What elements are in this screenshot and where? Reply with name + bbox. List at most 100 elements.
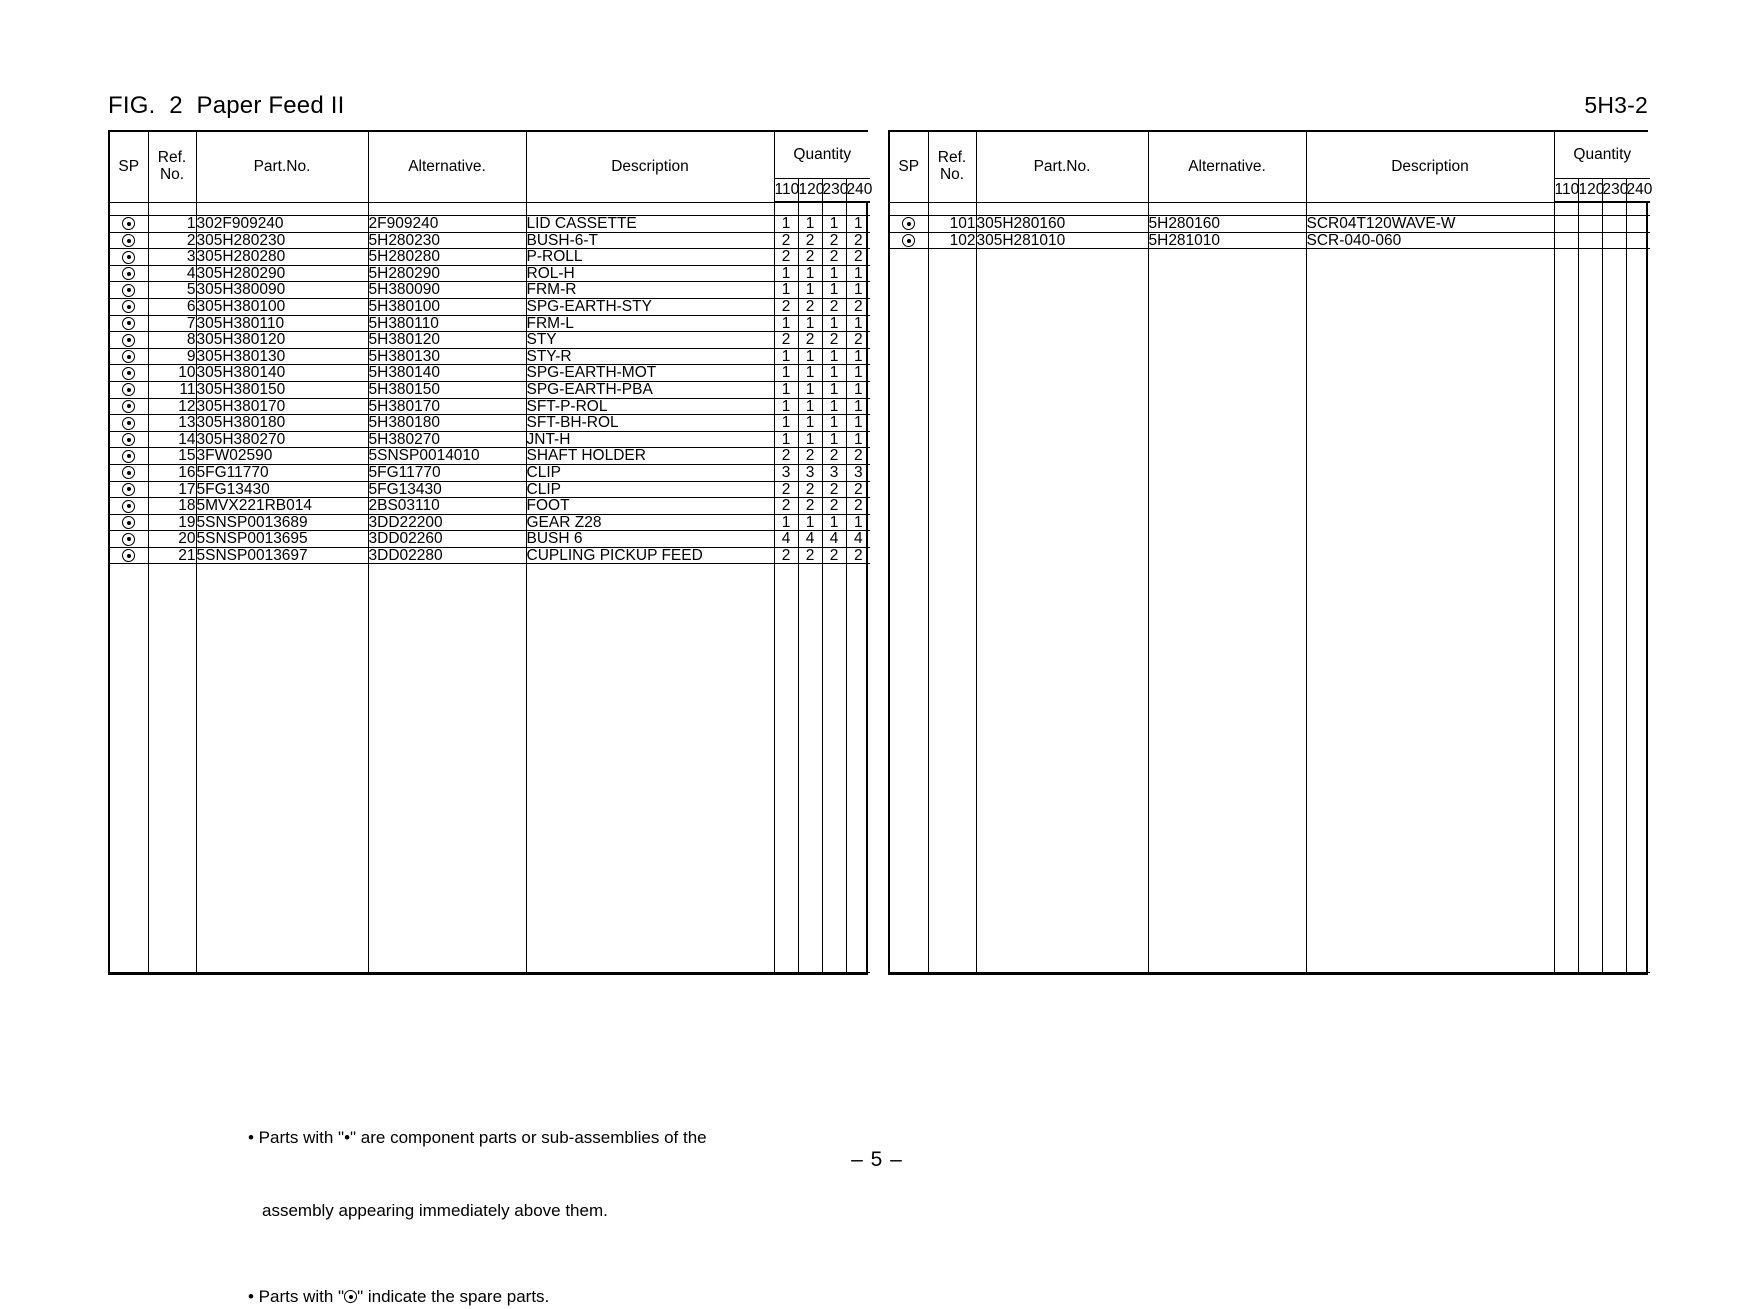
cell-part-no: 305H280160 xyxy=(975,215,1149,233)
circled-dot-icon xyxy=(122,333,136,347)
cell-alternative: 5FG11770 xyxy=(367,463,527,482)
col-header-qty-240: 240 xyxy=(845,178,872,203)
note-component-parts: • Parts with "•" are component parts or … xyxy=(248,1078,707,1271)
table-row[interactable]: 101 305H280160 5H280160 SCR04T120WAVE-W xyxy=(890,215,1651,233)
table-row[interactable]: 8 305H380120 5H380120 STY 2 2 2 2 xyxy=(110,331,871,349)
cell-qty-230: 1 xyxy=(821,314,847,333)
cell-ref-no: 21 xyxy=(147,546,197,565)
circled-dot-icon xyxy=(344,1290,358,1303)
note-component-parts-line2: assembly appearing immediately above the… xyxy=(262,1200,608,1220)
cell-qty-240: 1 xyxy=(845,314,871,333)
cell-qty-110: 3 xyxy=(773,463,799,482)
cell-qty-120: 4 xyxy=(797,530,823,548)
table-row[interactable]: 21 5SNSP0013697 3DD02280 CUPLING PICKUP FEE… xyxy=(110,546,871,565)
spare-part-marker xyxy=(110,497,149,515)
cell-description: SCR04T120WAVE-W xyxy=(1305,215,1555,233)
table-row[interactable]: 15 3FW02590 5SNSP0014010 SHAFT HOLDER 2 2 2 2 xyxy=(110,447,871,465)
cell-qty-120: 1 xyxy=(797,380,823,399)
table-row[interactable]: 1 302F909240 2F909240 LID CASSETTE 1 1 1 1 xyxy=(110,215,871,233)
col-header-ref-no: Ref. No. xyxy=(927,132,977,203)
cell-part-no: 305H380090 xyxy=(195,281,369,299)
table-row[interactable]: 20 5SNSP0013695 3DD02260 BUSH 64444 xyxy=(110,530,871,548)
table-row[interactable]: 16 5FG11770 5FG11770 CLIP 3 3 3 3 xyxy=(110,463,871,482)
table-row[interactable]: 9 305H380130 5H380130 STY-R 1 1 1 1 xyxy=(110,347,871,366)
parts-table-right: SP Ref. No. Part.No. Alternative. Descrip… xyxy=(888,130,1652,975)
table-row[interactable]: 13 305H380180 5H380180 SFT-BH-ROL 1 1 1 1 xyxy=(110,414,871,432)
table-row[interactable]: 14 305H380270 5H380270 JNT-H 1 1 1 1 xyxy=(110,430,871,449)
cell-qty-120: 1 xyxy=(797,314,823,333)
cell-ref-no: 2 xyxy=(147,231,197,250)
cell-qty-230 xyxy=(1601,215,1627,233)
cell-part-no: 305H280230 xyxy=(195,231,369,250)
cell-description: BUSH-6-T xyxy=(525,231,775,250)
cell-qty-230: 1 xyxy=(821,397,847,416)
cell-part-no: 5MVX221RB014 xyxy=(195,497,369,515)
cell-qty-240: 3 xyxy=(845,463,871,482)
cell-qty-230: 2 xyxy=(821,248,847,266)
cell-description: SPG-EARTH-PBA xyxy=(525,380,775,399)
table-row[interactable]: 17 5FG13430 5FG13430 CLIP 2 2 2 2 xyxy=(110,480,871,499)
table-row[interactable]: 4 305H280290 5H280290 ROL-H 1 1 1 1 xyxy=(110,264,871,283)
cell-qty-120 xyxy=(1577,231,1603,250)
cell-qty-230: 1 xyxy=(821,215,847,233)
cell-qty-120: 1 xyxy=(797,397,823,416)
circled-dot-icon xyxy=(122,499,136,513)
col-header-qty-110: 110 xyxy=(774,178,799,203)
cell-description: SFT-BH-ROL xyxy=(525,414,775,432)
cell-ref-no: 9 xyxy=(147,347,197,366)
table-row[interactable]: 102 305H281010 5H281010 SCR-040-060 xyxy=(890,231,1651,250)
table-row[interactable]: 2 305H280230 5H280230 BUSH-6-T 2 2 2 2 xyxy=(110,231,871,250)
cell-ref-no: 12 xyxy=(147,397,197,416)
cell-alternative: 5H380150 xyxy=(367,380,527,399)
cell-alternative: 3DD02280 xyxy=(367,546,527,565)
spare-part-marker xyxy=(110,397,149,416)
cell-alternative: 5H280160 xyxy=(1147,215,1307,233)
cell-qty-240: 1 xyxy=(845,397,871,416)
table-row[interactable]: 3 305H280280 5H280280 P-ROLL 2 2 2 2 xyxy=(110,248,871,266)
cell-qty-110 xyxy=(1553,215,1579,233)
cell-qty-230: 2 xyxy=(821,480,847,499)
circled-dot-icon xyxy=(122,316,136,330)
cell-qty-110: 1 xyxy=(773,414,799,432)
cell-qty-230: 2 xyxy=(821,231,847,250)
circled-dot-icon xyxy=(902,217,916,231)
cell-description: BUSH 6 xyxy=(525,530,775,548)
cell-qty-240: 1 xyxy=(845,364,871,382)
spare-part-marker xyxy=(110,331,149,349)
cell-qty-120: 1 xyxy=(797,215,823,233)
cell-qty-110: 4 xyxy=(773,530,799,548)
circled-dot-icon xyxy=(122,482,136,496)
table-body-right: 101 305H280160 5H280160 SCR04T120WAVE-W 102 3… xyxy=(890,201,1651,973)
col-header-quantity: Quantity xyxy=(1553,132,1651,179)
cell-description: STY-R xyxy=(525,347,775,366)
table-row[interactable]: 6 305H380100 5H380100 SPG-EARTH-STY 2 2 2 2 xyxy=(110,297,871,316)
cell-qty-120: 1 xyxy=(797,281,823,299)
cell-part-no: 5FG13430 xyxy=(195,480,369,499)
table-row[interactable]: 11 305H380150 5H380150 SPG-EARTH-PBA 1 1 1 1 xyxy=(110,380,871,399)
spare-part-marker xyxy=(110,463,149,482)
cell-qty-230: 1 xyxy=(821,364,847,382)
spare-part-marker xyxy=(110,447,149,465)
cell-qty-110: 1 xyxy=(773,215,799,233)
table-row[interactable]: 19 5SNSP0013689 3DD22200 GEAR Z28 1 1 1 1 xyxy=(110,513,871,532)
spare-part-marker xyxy=(110,546,149,565)
spare-part-marker xyxy=(110,480,149,499)
note-component-parts-line1: • Parts with "•" are component parts or … xyxy=(248,1128,707,1148)
circled-dot-icon xyxy=(122,234,136,247)
table-spacer-row xyxy=(890,201,1651,216)
cell-description: CLIP xyxy=(525,463,775,482)
cell-part-no: 305H380110 xyxy=(195,314,369,333)
table-row[interactable]: 18 5MVX221RB014 2BS03110 FOOT 2 2 2 2 xyxy=(110,497,871,515)
table-row[interactable]: 10 305H380140 5H380140 SPG-EARTH-MOT 1 1 1 1 xyxy=(110,364,871,382)
spare-part-marker xyxy=(110,513,149,532)
table-row[interactable]: 12 305H380170 5H380170 SFT-P-ROL 1 1 1 1 xyxy=(110,397,871,416)
cell-qty-240: 1 xyxy=(845,215,871,233)
cell-qty-120: 1 xyxy=(797,364,823,382)
cell-qty-230: 2 xyxy=(821,331,847,349)
cell-ref-no: 18 xyxy=(147,497,197,515)
note-spare-parts: • Parts with " " indicate the spare parts… xyxy=(248,1285,707,1309)
table-body-left: 1 302F909240 2F909240 LID CASSETTE 1 1 1 1 2 305H… xyxy=(110,201,871,973)
table-row[interactable]: 5 305H380090 5H380090 FRM-R 1 1 1 1 xyxy=(110,281,871,299)
cell-qty-110: 2 xyxy=(773,231,799,250)
table-row[interactable]: 7 305H380110 5H380110 FRM-L 1 1 1 1 xyxy=(110,314,871,333)
